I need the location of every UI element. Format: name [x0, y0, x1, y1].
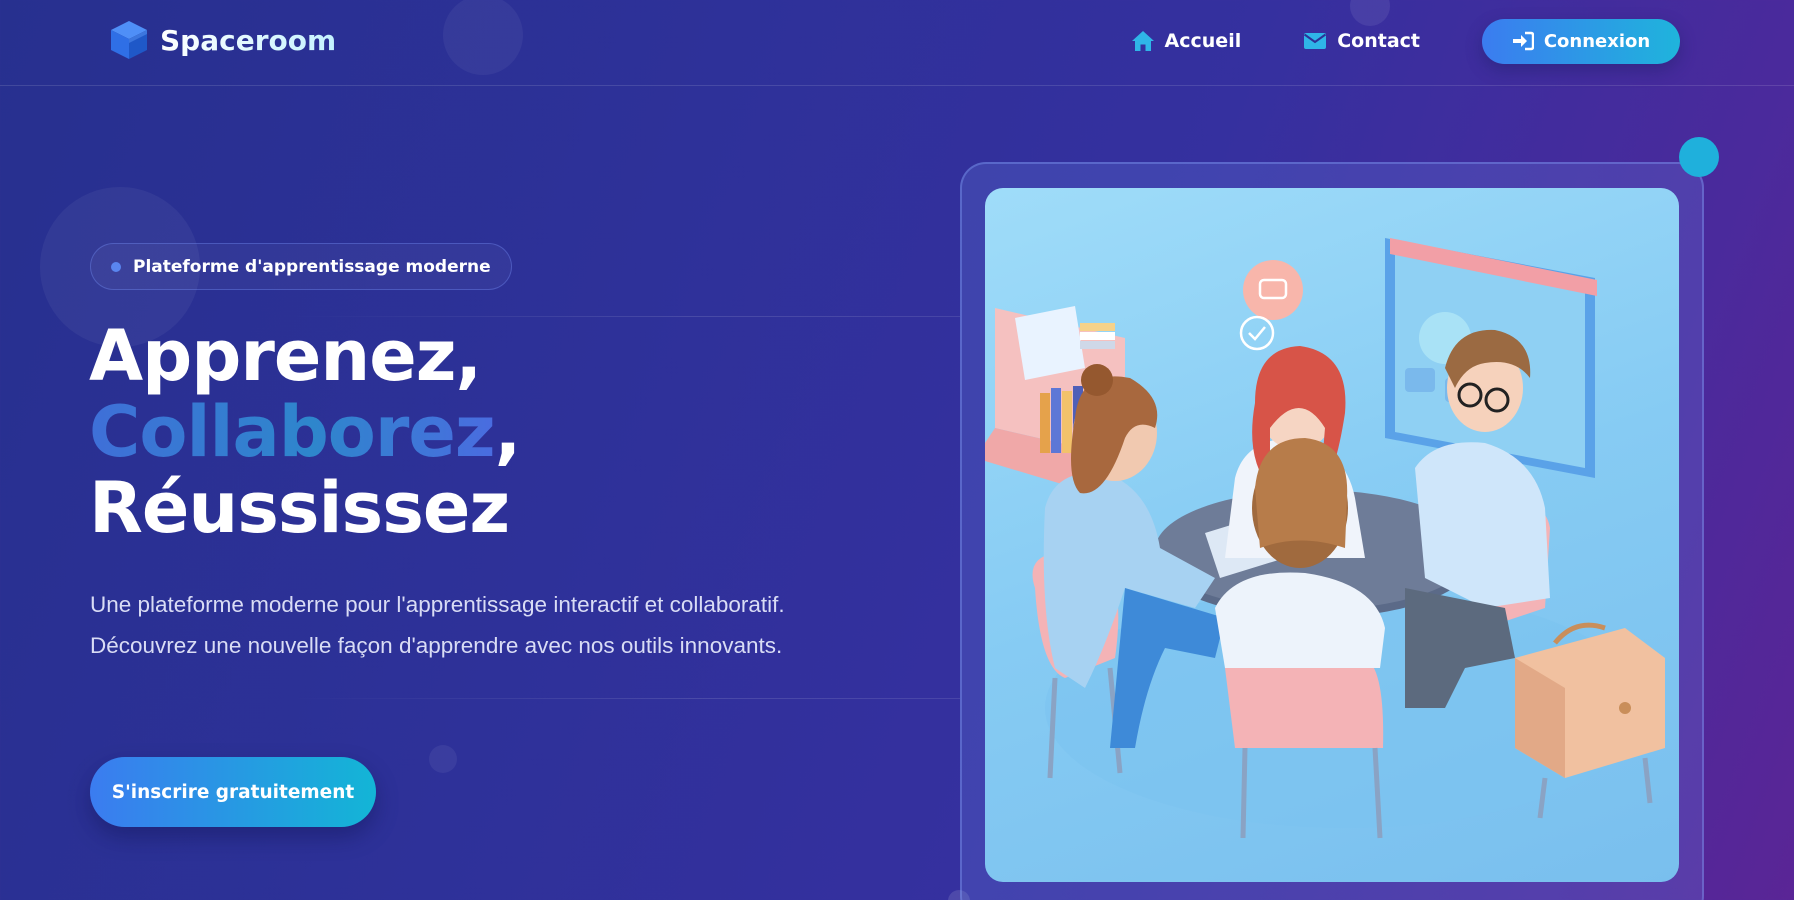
decorative-dot: [1679, 137, 1719, 177]
brand-name: Spaceroom: [160, 23, 337, 57]
headline-comma: ,: [494, 391, 522, 473]
cube-icon: [111, 21, 147, 59]
main-nav: Accueil Contact Connexion: [1131, 18, 1680, 64]
headline-line-2: Collaborez,: [89, 391, 522, 473]
sign-in-icon: [1512, 31, 1534, 51]
home-icon: [1131, 31, 1154, 51]
decorative-circle: [429, 745, 457, 773]
nav-item-label: Contact: [1337, 30, 1420, 52]
hero-subtitle: Une plateforme moderne pour l'apprentiss…: [90, 592, 785, 658]
headline-line-3: Réussissez: [89, 467, 510, 549]
decorative-line: [290, 698, 960, 699]
headline-line-1: Apprenez,: [89, 315, 482, 397]
signup-button[interactable]: S'inscrire gratuitement: [90, 757, 376, 827]
nav-item-label: Accueil: [1164, 30, 1242, 52]
login-label: Connexion: [1543, 30, 1651, 52]
badge-label: Plateforme d'apprentissage moderne: [133, 256, 491, 277]
nav-item-accueil[interactable]: Accueil: [1131, 18, 1242, 64]
headline-highlight: Collaborez: [89, 391, 496, 473]
badge-dot: [111, 261, 121, 272]
brand-logo[interactable]: Spaceroom: [108, 19, 336, 61]
hero-badge: Plateforme d'apprentissage moderne: [90, 243, 512, 290]
collaboration-illustration: [985, 238, 1665, 839]
hero-headline: Apprenez, Collaborez, Réussissez: [89, 315, 522, 549]
envelope-icon: [1304, 33, 1327, 49]
hero-illustration: [985, 188, 1679, 882]
top-navbar: Spaceroom Accueil Contact Connexion: [0, 0, 1794, 86]
nav-item-contact[interactable]: Contact: [1303, 18, 1420, 64]
login-button[interactable]: Connexion: [1482, 18, 1680, 64]
